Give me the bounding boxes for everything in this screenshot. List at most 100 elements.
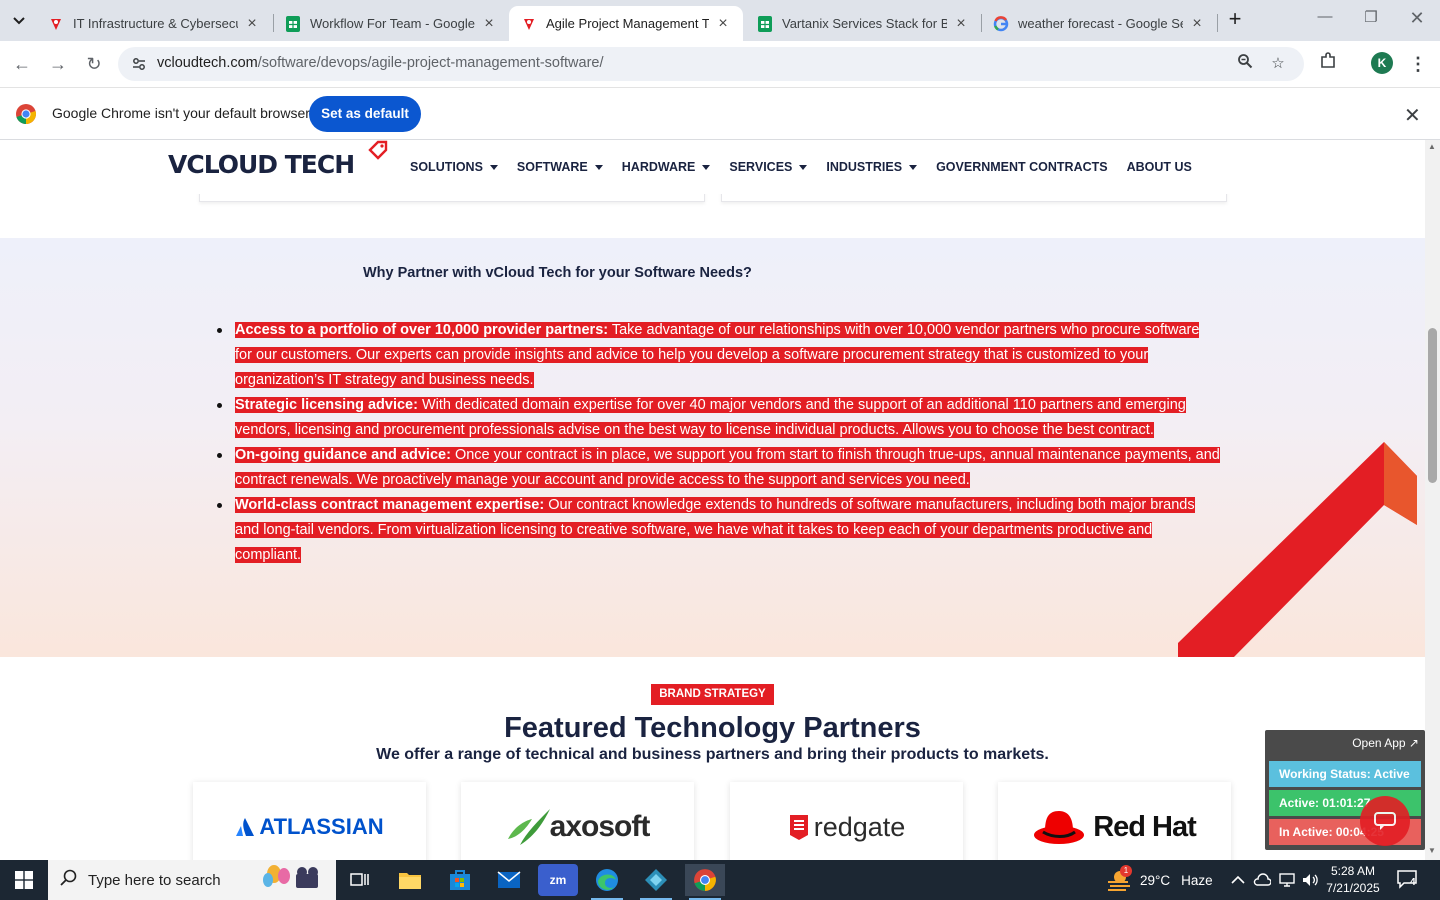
system-clock[interactable]: 5:28 AM 7/21/2025 bbox=[1322, 863, 1384, 897]
chat-button[interactable] bbox=[1360, 796, 1410, 846]
nav-solutions[interactable]: SOLUTIONS bbox=[410, 160, 498, 174]
onedrive-cloud-icon[interactable] bbox=[1253, 860, 1271, 900]
menu-dots-icon[interactable]: ⋮ bbox=[1406, 52, 1430, 76]
item-heading: World-class contract management expertis… bbox=[235, 497, 545, 513]
caret-down-icon bbox=[799, 164, 808, 170]
partner-card-redhat[interactable]: Red Hat bbox=[998, 782, 1231, 860]
search-icon bbox=[60, 869, 80, 891]
weather-haze-icon: 1 bbox=[1106, 865, 1132, 891]
close-window-icon[interactable]: ✕ bbox=[1402, 8, 1432, 32]
tab-title: Agile Project Management Too bbox=[546, 16, 709, 31]
scroll-up-arrow-icon[interactable]: ▲ bbox=[1428, 142, 1436, 151]
tab-workflow-sheet[interactable]: Workflow For Team - Google Sh × bbox=[273, 6, 509, 41]
tab-weather-forecast[interactable]: weather forecast - Google Sear × bbox=[981, 6, 1217, 41]
caret-down-icon bbox=[489, 164, 498, 170]
close-icon[interactable]: ✕ bbox=[1404, 103, 1421, 128]
sheets-icon bbox=[285, 15, 301, 32]
back-arrow-icon[interactable]: ← bbox=[9, 51, 35, 77]
partner-card-atlassian[interactable]: ATLASSIAN bbox=[193, 782, 426, 860]
network-icon[interactable] bbox=[1278, 860, 1296, 900]
nav-government-contracts[interactable]: GOVERNMENT CONTRACTS bbox=[936, 160, 1108, 174]
logo-text: VCLOUD TECH bbox=[168, 149, 355, 179]
scroll-down-arrow-icon[interactable]: ▼ bbox=[1428, 846, 1436, 855]
nav-label: HARDWARE bbox=[621, 160, 696, 174]
tab-agile-project-management[interactable]: Agile Project Management Too × bbox=[509, 6, 743, 41]
featured-partners-title: Featured Technology Partners bbox=[504, 712, 921, 744]
weather-desc: Haze bbox=[1181, 872, 1213, 888]
url-text[interactable]: vcloudtech.com/software/devops/agile-pro… bbox=[157, 55, 604, 71]
weather-widget[interactable]: 1 29°C Haze bbox=[1106, 860, 1213, 900]
open-app-link[interactable]: Open App ↗ bbox=[1352, 736, 1419, 750]
page-scrollbar[interactable]: ▲ ▼ bbox=[1425, 140, 1440, 860]
nav-label: SOFTWARE bbox=[516, 160, 588, 174]
extensions-icon[interactable] bbox=[1316, 52, 1340, 76]
partner-card-redgate[interactable]: redgate bbox=[730, 782, 963, 860]
atlassian-logo-icon bbox=[236, 818, 255, 836]
tab-title: Workflow For Team - Google Sh bbox=[310, 16, 475, 31]
item-heading: On-going guidance and advice: bbox=[235, 447, 451, 463]
selected-text[interactable]: World-class contract management expertis… bbox=[235, 497, 1195, 563]
item-heading: Strategic licensing advice: bbox=[235, 397, 418, 413]
selected-text[interactable]: Strategic licensing advice: With dedicat… bbox=[235, 397, 1186, 438]
close-icon[interactable]: × bbox=[244, 15, 260, 33]
scrollbar-thumb[interactable] bbox=[1428, 328, 1437, 483]
notification-center-icon[interactable]: 4 bbox=[1396, 869, 1420, 891]
volume-icon[interactable] bbox=[1301, 860, 1319, 900]
show-hidden-icons-icon[interactable] bbox=[1231, 860, 1245, 900]
tab-search-button[interactable] bbox=[6, 8, 32, 34]
task-view-icon[interactable] bbox=[340, 864, 380, 896]
selected-text[interactable]: On-going guidance and advice: Once your … bbox=[235, 447, 1220, 488]
file-explorer-icon[interactable] bbox=[390, 864, 430, 896]
tab-title: weather forecast - Google Sear bbox=[1018, 16, 1183, 31]
tab-separator bbox=[1217, 14, 1218, 32]
chat-icon bbox=[1374, 812, 1396, 830]
restore-icon[interactable]: ❐ bbox=[1356, 8, 1386, 32]
nav-label: INDUSTRIES bbox=[826, 160, 903, 174]
tab-it-infrastructure[interactable]: IT Infrastructure & Cybersecurit × bbox=[36, 6, 272, 41]
partner-name: Red Hat bbox=[1093, 810, 1197, 843]
reload-icon[interactable]: ↻ bbox=[81, 51, 107, 77]
nav-label: SERVICES bbox=[729, 160, 793, 174]
chrome-taskbar-icon[interactable] bbox=[685, 864, 725, 900]
partner-card-axosoft[interactable]: axosoft bbox=[461, 782, 694, 860]
vcloud-icon bbox=[48, 16, 64, 32]
zoom-icon[interactable] bbox=[1234, 53, 1256, 75]
item-heading: Access to a portfolio of over 10,000 pro… bbox=[235, 322, 609, 338]
app-diamond-icon[interactable] bbox=[636, 864, 676, 900]
minimize-icon[interactable]: — bbox=[1310, 8, 1340, 32]
set-as-default-button[interactable]: Set as default bbox=[309, 96, 421, 132]
close-icon[interactable]: × bbox=[715, 15, 731, 33]
site-info-icon[interactable] bbox=[131, 56, 147, 72]
close-icon[interactable]: × bbox=[1189, 15, 1205, 33]
brand-strategy-badge: BRAND STRATEGY bbox=[651, 684, 774, 705]
selected-text[interactable]: Access to a portfolio of over 10,000 pro… bbox=[235, 322, 1200, 388]
tab-title: IT Infrastructure & Cybersecurit bbox=[73, 16, 238, 31]
clock-date: 7/21/2025 bbox=[1326, 881, 1380, 895]
tab-vartanix-services[interactable]: Vartanix Services Stack for Blog × bbox=[745, 6, 981, 41]
microsoft-store-icon[interactable] bbox=[440, 864, 480, 896]
nav-software[interactable]: SOFTWARE bbox=[517, 160, 603, 174]
redhat-fedora-icon bbox=[1034, 811, 1085, 844]
nav-industries[interactable]: INDUSTRIES bbox=[826, 160, 918, 174]
address-bar[interactable]: vcloudtech.com/software/devops/agile-pro… bbox=[118, 47, 1304, 81]
caret-down-icon bbox=[909, 164, 918, 170]
forward-arrow-icon[interactable]: → bbox=[45, 51, 71, 77]
close-icon[interactable]: × bbox=[481, 15, 497, 33]
site-logo[interactable]: VCLOUD TECH bbox=[168, 140, 388, 182]
bookmark-star-icon[interactable]: ☆ bbox=[1267, 53, 1289, 75]
nav-hardware[interactable]: HARDWARE bbox=[622, 160, 711, 174]
windows-start-button[interactable] bbox=[0, 860, 48, 900]
taskbar-search-input[interactable]: Type here to search bbox=[48, 860, 336, 900]
nav-services[interactable]: SERVICES bbox=[729, 160, 808, 174]
price-tag-icon bbox=[368, 140, 388, 160]
close-icon[interactable]: × bbox=[953, 15, 969, 33]
edge-browser-icon[interactable] bbox=[587, 864, 627, 900]
zoom-app-icon[interactable]: zm bbox=[538, 864, 578, 896]
notification-count: 4 bbox=[1410, 877, 1416, 888]
list-item: World-class contract management expertis… bbox=[217, 493, 1220, 568]
mail-icon[interactable] bbox=[489, 864, 529, 896]
page-viewport: VCLOUD TECH SOLUTIONS SOFTWARE HARDWARE … bbox=[0, 140, 1425, 860]
nav-about-us[interactable]: ABOUT US bbox=[1127, 160, 1192, 174]
profile-avatar[interactable]: K bbox=[1371, 52, 1393, 74]
new-tab-button[interactable]: + bbox=[1224, 8, 1246, 31]
